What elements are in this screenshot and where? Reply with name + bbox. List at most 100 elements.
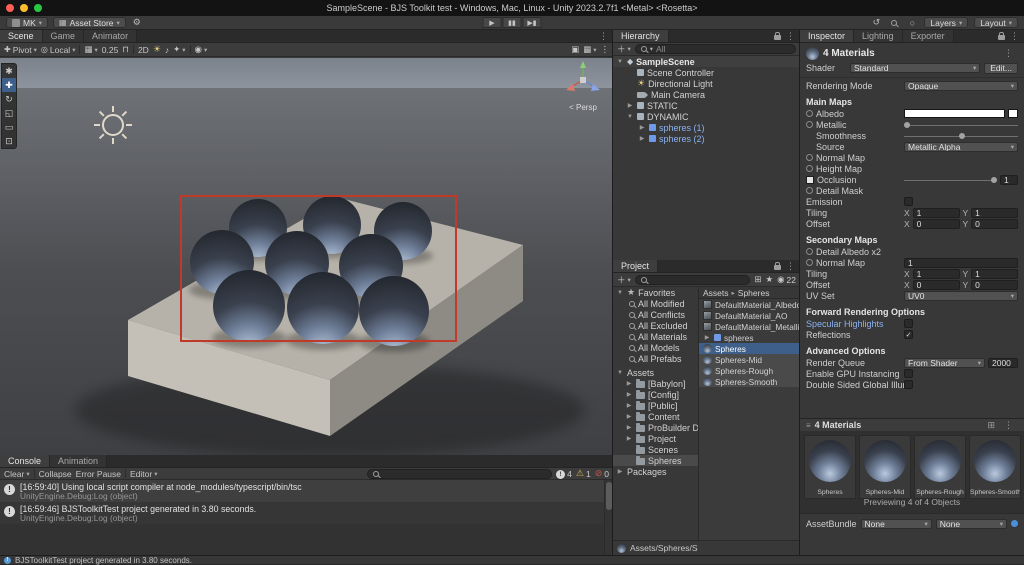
scene-visibility-dropdown[interactable]: ◉ ▾: [195, 44, 208, 55]
preview-header-bar[interactable]: ≡ 4 Materials ⊞ ⋮: [800, 418, 1024, 431]
camera-settings-button[interactable]: ▣: [571, 44, 579, 55]
rendering-mode-dropdown[interactable]: Opaque ▾: [904, 80, 1018, 91]
scene-viewport[interactable]: < Persp: [0, 58, 613, 455]
asset-row-selected[interactable]: Spheres-Smooth: [699, 376, 800, 387]
gpu-instancing-checkbox[interactable]: [904, 369, 913, 378]
scene-root-row[interactable]: ▼ ◆ SampleScene: [613, 56, 800, 67]
specular-highlights-checkbox[interactable]: [904, 319, 913, 328]
hierarchy-search-input[interactable]: ▾ All: [634, 44, 796, 54]
layers-dropdown[interactable]: Layers ▾: [924, 17, 969, 28]
layout-dropdown[interactable]: Layout ▾: [974, 17, 1018, 28]
perspective-label[interactable]: < Persp: [569, 103, 597, 112]
foldout-icon[interactable]: ▶: [638, 135, 646, 142]
foldout-icon[interactable]: ▶: [616, 468, 624, 475]
tab-exporter[interactable]: Exporter: [902, 30, 954, 42]
tab-project[interactable]: Project: [613, 260, 659, 272]
scene-tab-menu[interactable]: ⋮: [599, 30, 608, 42]
account-dropdown[interactable]: MK ▾: [6, 17, 49, 28]
asset-row[interactable]: ▶ spheres: [699, 332, 800, 343]
hierarchy-row[interactable]: ▼ DYNAMIC: [613, 111, 800, 122]
offset2-y-field[interactable]: 0: [971, 279, 1018, 290]
breadcrumb-current[interactable]: Spheres: [738, 288, 770, 298]
folder-row[interactable]: Scenes: [613, 444, 698, 455]
panel-menu-icon[interactable]: ⋮: [786, 261, 795, 272]
assetbundle-variant-dropdown[interactable]: None ▾: [935, 518, 1008, 529]
status-bar[interactable]: ! BJSToolkitTest project generated in 3.…: [0, 555, 1024, 565]
snap-toggle-button[interactable]: ⊓: [122, 44, 129, 55]
texture-picker-icon[interactable]: [806, 259, 813, 266]
material-preview[interactable]: Spheres-Mid: [859, 435, 911, 499]
foldout-icon[interactable]: ▶: [625, 380, 633, 387]
tiling-x-field[interactable]: 1: [912, 207, 960, 218]
info-count-toggle[interactable]: ! 4: [556, 468, 572, 479]
foldout-icon[interactable]: ▼: [616, 290, 624, 296]
favorite-item[interactable]: All Prefabs: [613, 353, 698, 364]
undo-history-icon[interactable]: ↺: [870, 17, 882, 29]
foldout-icon[interactable]: ▼: [626, 114, 634, 120]
occlusion-texture-slot[interactable]: [806, 175, 814, 184]
assetbundle-dropdown[interactable]: None ▾: [860, 518, 932, 529]
tiling-y-field[interactable]: 1: [971, 207, 1018, 218]
smoothness-slider[interactable]: [904, 131, 1018, 141]
shader-dropdown[interactable]: Standard ▾: [850, 63, 981, 73]
material-preview[interactable]: Spheres-Smooth: [969, 435, 1021, 499]
material-preview[interactable]: Spheres-Rough: [914, 435, 966, 499]
render-queue-dropdown[interactable]: From Shader ▾: [904, 357, 985, 368]
tab-console[interactable]: Console: [0, 455, 51, 467]
search-by-type-button[interactable]: ⊞: [754, 274, 761, 285]
error-count-toggle[interactable]: ⊘ 0: [595, 468, 609, 479]
asset-row-selected[interactable]: Spheres: [699, 343, 800, 354]
emission-checkbox[interactable]: [904, 197, 913, 206]
step-button[interactable]: ▶▮: [522, 17, 542, 28]
tool-handle-position-dropdown[interactable]: ✚ Pivot ▾: [4, 45, 37, 55]
hidden-packages-toggle[interactable]: ◉ 22: [777, 274, 796, 285]
assets-root-row[interactable]: ▼ Assets: [613, 367, 698, 378]
foldout-icon[interactable]: ▶: [638, 124, 646, 131]
offset-x-field[interactable]: 0: [912, 218, 960, 229]
favorite-item[interactable]: All Models: [613, 342, 698, 353]
foldout-icon[interactable]: ▼: [616, 370, 624, 376]
foldout-icon[interactable]: ▶: [625, 391, 633, 398]
tiling2-y-field[interactable]: 1: [971, 268, 1018, 279]
texture-picker-icon[interactable]: [806, 121, 813, 128]
foldout-icon[interactable]: ▶: [625, 413, 633, 420]
folder-row[interactable]: ▶ Content: [613, 411, 698, 422]
lock-icon[interactable]: [998, 31, 1005, 40]
occlusion-slider[interactable]: [904, 175, 997, 185]
favorite-item[interactable]: All Conflicts: [613, 309, 698, 320]
asset-row-selected[interactable]: Spheres-Mid: [699, 354, 800, 365]
create-object-button[interactable]: ＋ ▾: [617, 43, 631, 55]
favorites-row[interactable]: ▼ ★ Favorites: [613, 287, 698, 298]
albedo-color-swatch[interactable]: [904, 109, 1005, 118]
folder-row[interactable]: ▶ [Public]: [613, 400, 698, 411]
metallic-slider[interactable]: [904, 120, 1018, 130]
texture-picker-icon[interactable]: [806, 110, 813, 117]
offset-y-field[interactable]: 0: [971, 218, 1018, 229]
grid-visibility-dropdown[interactable]: ▦ ▾: [84, 44, 97, 55]
asset-row[interactable]: DefaultMaterial_AO: [699, 310, 800, 321]
tab-inspector[interactable]: Inspector: [800, 30, 855, 42]
asset-row[interactable]: DefaultMaterial_Metallic: [699, 321, 800, 332]
snap-size-value[interactable]: 0.25: [102, 45, 119, 55]
folder-row[interactable]: ▶ProBuilder Data: [613, 422, 698, 433]
render-queue-value-field[interactable]: 2000: [988, 357, 1018, 368]
console-log-entry[interactable]: ! [16:59:46] BJSToolkitTest project gene…: [0, 502, 613, 524]
double-sided-gi-checkbox[interactable]: [904, 380, 913, 389]
warning-count-toggle[interactable]: ⚠ 1: [576, 468, 591, 479]
tool-handle-rotation-dropdown[interactable]: ◎ Local ▾: [41, 45, 76, 55]
normal-scale-field[interactable]: 1: [904, 257, 1018, 268]
texture-picker-icon[interactable]: [806, 165, 813, 172]
texture-picker-icon[interactable]: [806, 187, 813, 194]
clear-button[interactable]: Clear ▾: [4, 469, 30, 479]
preview-menu-icon[interactable]: ⋮: [1004, 420, 1013, 431]
foldout-icon[interactable]: ▶: [625, 424, 633, 431]
lock-icon[interactable]: [774, 31, 781, 40]
color-picker-icon[interactable]: [1008, 109, 1018, 118]
favorite-item[interactable]: All Excluded: [613, 320, 698, 331]
favorite-item[interactable]: All Modified: [613, 298, 698, 309]
folder-row[interactable]: ▶ [Config]: [613, 389, 698, 400]
reflections-checkbox[interactable]: ✓: [904, 330, 913, 339]
foldout-icon[interactable]: ▶: [626, 102, 634, 109]
foldout-icon[interactable]: ▶: [703, 334, 711, 341]
2d-mode-toggle[interactable]: 2D: [138, 45, 149, 55]
